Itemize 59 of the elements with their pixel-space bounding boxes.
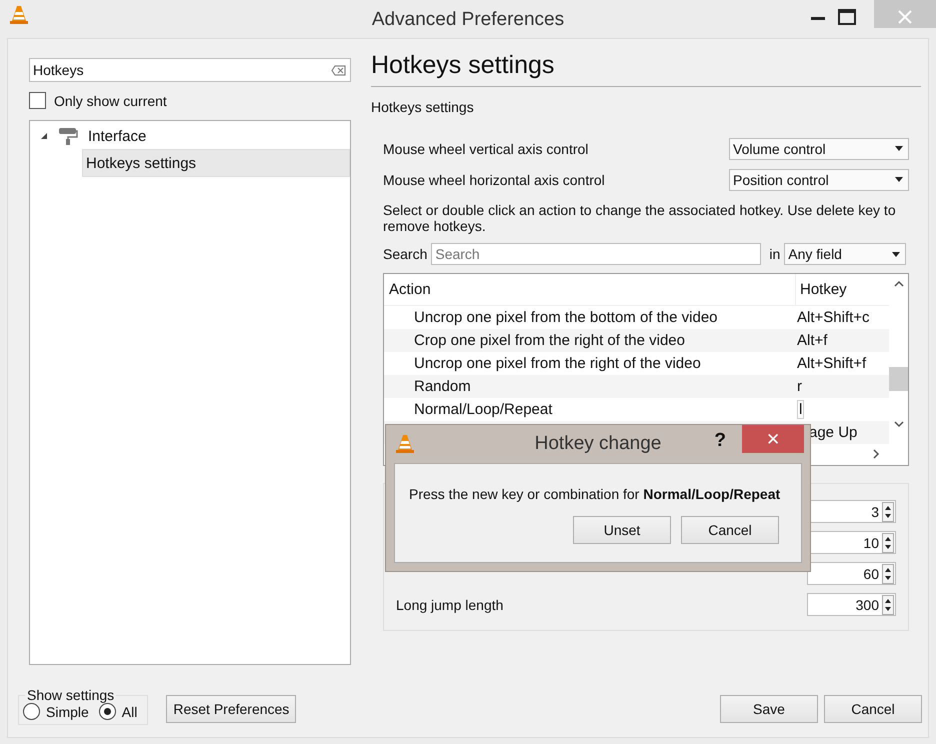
- table-cell: Normal/Loop/Repeat: [414, 401, 552, 418]
- paint-roller-icon: [58, 127, 78, 145]
- dropdown[interactable]: Position control: [729, 168, 909, 190]
- table-cell: Crop one pixel from the right of the video: [414, 332, 685, 349]
- help-text: Select or double click an action to change the associated hotkey. Use delete key to remove hotkeys.: [383, 202, 897, 234]
- dropdown[interactable]: Volume control: [729, 138, 909, 160]
- maximize-icon[interactable]: [838, 9, 856, 25]
- spin-box[interactable]: 60: [807, 562, 896, 585]
- spin-box[interactable]: 300: [807, 593, 896, 616]
- help-button[interactable]: ?: [714, 430, 726, 452]
- search-field[interactable]: Search: [431, 243, 762, 265]
- tree-item[interactable]: Interface: [30, 123, 350, 149]
- field-dropdown[interactable]: Any field: [784, 243, 906, 265]
- radio-button[interactable]: [23, 703, 40, 720]
- table-cell: Random: [414, 378, 471, 395]
- clear-icon[interactable]: [331, 64, 346, 76]
- table-cell: Alt+Shift+c: [797, 309, 870, 326]
- radio-label: All: [122, 704, 138, 720]
- save-button[interactable]: Save: [720, 695, 818, 723]
- expand-arrow-icon[interactable]: [40, 132, 48, 140]
- search-label: Search: [383, 246, 428, 262]
- dialog-button[interactable]: Unset: [573, 516, 671, 544]
- table-cell: Alt+f: [797, 332, 828, 349]
- search-field[interactable]: Hotkeys: [29, 58, 351, 82]
- table-cell: Uncrop one pixel from the right of the video: [414, 355, 701, 372]
- cone-icon: [10, 5, 28, 25]
- dialog-title: Hotkey change: [534, 433, 662, 455]
- radio-label: Simple: [46, 704, 89, 720]
- setting-label: Mouse wheel vertical axis control: [383, 140, 588, 156]
- column-header[interactable]: Action: [384, 281, 795, 298]
- reset-button[interactable]: Reset Preferences: [166, 695, 296, 723]
- caret-icon[interactable]: [892, 252, 900, 256]
- scroll-up-icon[interactable]: [894, 280, 904, 287]
- window-title: Advanced Preferences: [372, 9, 564, 31]
- section-title: Hotkeys settings: [371, 99, 475, 115]
- tree-item[interactable]: Hotkeys settings: [82, 149, 350, 177]
- scroll-right-icon[interactable]: [873, 449, 880, 459]
- radio-button[interactable]: [98, 703, 116, 720]
- scroll-down-icon[interactable]: [894, 421, 904, 428]
- column-header[interactable]: Hotkey: [795, 274, 889, 305]
- setting-label: Long jump length: [396, 596, 504, 612]
- close-button[interactable]: ✕: [742, 425, 804, 453]
- scrollbar-thumb[interactable]: [889, 367, 908, 391]
- table-cell: l: [797, 400, 804, 419]
- caret-icon[interactable]: [895, 177, 903, 182]
- caret-icon[interactable]: [895, 146, 903, 151]
- setting-label: Mouse wheel horizontal axis control: [383, 172, 605, 188]
- table-cell: Alt+Shift+f: [797, 355, 866, 372]
- dialog-message: Press the new key or combination for Normal/Loop/Repeat: [409, 486, 781, 502]
- cone-icon: [396, 434, 414, 454]
- checkbox[interactable]: [29, 92, 46, 109]
- dialog-button[interactable]: Cancel: [681, 516, 779, 544]
- panel-heading: Hotkeys settings: [371, 51, 556, 80]
- cancel-button[interactable]: Cancel: [824, 695, 922, 723]
- table-cell: r: [797, 378, 802, 395]
- in-label: in: [769, 246, 780, 262]
- group-title: Show settings: [26, 687, 116, 703]
- checkbox-label: Only show current: [54, 92, 167, 108]
- table-cell: Uncrop one pixel from the bottom of the video: [414, 309, 718, 326]
